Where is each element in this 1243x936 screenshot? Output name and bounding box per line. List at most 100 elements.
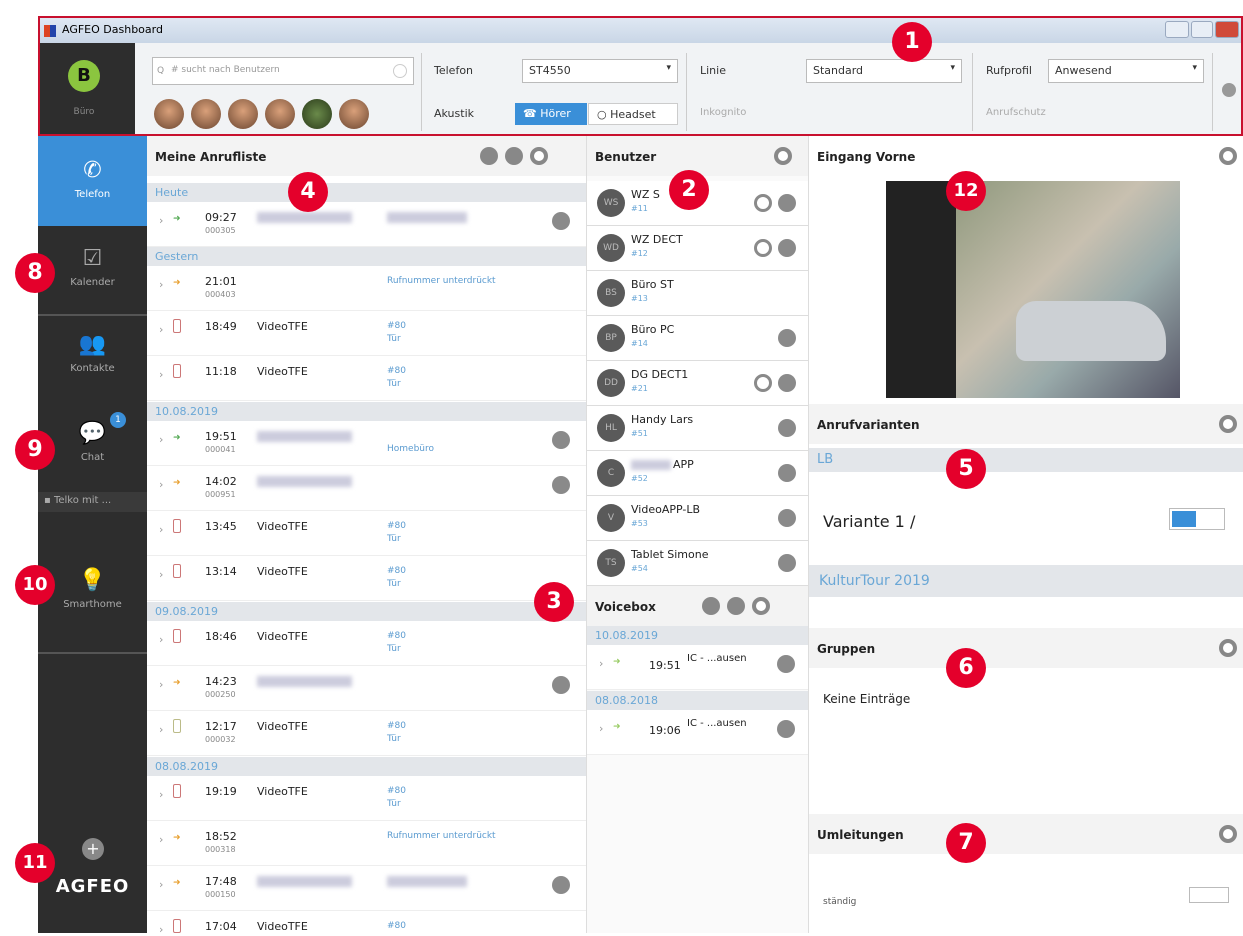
badge-7: 7 — [946, 823, 986, 863]
call-row[interactable]: › ➜ 18:52 000318 Rufnummer unterdrückt — [147, 821, 586, 866]
gear-icon[interactable] — [1219, 639, 1237, 657]
user-ext: #51 — [631, 429, 648, 438]
telefon-select[interactable]: ST4550 ▾ — [522, 59, 678, 83]
call-icon[interactable] — [778, 374, 796, 392]
call-back-icon[interactable] — [777, 720, 795, 738]
call-row[interactable]: › ➜ 17:48 000150 — [147, 866, 586, 911]
favorite-avatar[interactable] — [228, 99, 258, 129]
gear-icon[interactable] — [1219, 415, 1237, 433]
call-back-icon[interactable] — [552, 676, 570, 694]
call-row[interactable]: › 13:14 VideoTFE #80 Tür — [147, 556, 586, 601]
user-avatar[interactable]: B — [68, 60, 100, 92]
user-row[interactable]: HL Handy Lars #51 — [587, 406, 808, 451]
call-row[interactable]: › ➜ 14:02 000951 — [147, 466, 586, 511]
chevron-right-icon: › — [159, 214, 164, 227]
call-row[interactable]: › 13:45 VideoTFE #80 Tür — [147, 511, 586, 556]
rufprofil-select[interactable]: Anwesend ▾ — [1048, 59, 1204, 83]
call-back-icon[interactable] — [552, 476, 570, 494]
search-icon[interactable] — [702, 597, 720, 615]
call-icon[interactable] — [778, 194, 796, 212]
call-row[interactable]: › ➜ 19:51 000041 Homebüro — [147, 421, 586, 466]
user-row[interactable]: BP Büro PC #14 — [587, 316, 808, 361]
anrufschutz-toggle[interactable]: Anrufschutz — [986, 107, 1046, 118]
call-back-icon[interactable] — [552, 876, 570, 894]
user-row[interactable]: TS Tablet Simone #54 — [587, 541, 808, 586]
gear-icon[interactable] — [1219, 825, 1237, 843]
call-row[interactable]: › 18:49 VideoTFE #80 Tür — [147, 311, 586, 356]
menu-icon[interactable] — [727, 597, 745, 615]
call-row[interactable]: › 18:46 VideoTFE #80 Tür — [147, 621, 586, 666]
inkognito-toggle[interactable]: Inkognito — [700, 107, 746, 118]
video-icon[interactable] — [754, 374, 772, 392]
call-icon[interactable] — [778, 554, 796, 572]
call-icon[interactable] — [778, 419, 796, 437]
variant-group[interactable]: KulturTour 2019 — [809, 565, 1243, 597]
user-row[interactable]: V VideoAPP-LB #53 — [587, 496, 808, 541]
linie-select[interactable]: Standard ▾ — [806, 59, 962, 83]
favorite-avatar[interactable] — [265, 99, 295, 129]
close-button[interactable] — [1215, 21, 1239, 38]
anrufvarianten-header: Anrufvarianten — [809, 404, 1243, 444]
chevron-right-icon: › — [599, 657, 604, 670]
call-icon[interactable] — [778, 509, 796, 527]
user-row[interactable]: DD DG DECT1 #21 — [587, 361, 808, 406]
favorite-avatar[interactable] — [339, 99, 369, 129]
telko-item[interactable]: ▪ Telko mit ... — [38, 492, 147, 512]
voicebox-row[interactable]: › ➜ 19:06 IC - ...ausen — [587, 710, 808, 755]
sidebar-item-chat[interactable]: 💬 Chat — [38, 421, 147, 463]
user-name: DG DECT1 — [631, 368, 689, 381]
headset-button[interactable]: ○ Headset — [588, 103, 678, 125]
gear-icon[interactable] — [752, 597, 770, 615]
gear-icon[interactable] — [530, 147, 548, 165]
variant-toggle[interactable] — [1169, 508, 1225, 530]
sidebar-item-label: Smarthome — [63, 599, 122, 610]
call-row[interactable]: › ➜ 21:01 000403 Rufnummer unterdrückt — [147, 266, 586, 311]
search-icon[interactable] — [480, 147, 498, 165]
call-icon[interactable] — [778, 329, 796, 347]
clear-search-icon[interactable] — [393, 64, 407, 78]
favorite-avatar[interactable] — [302, 99, 332, 129]
gruppen-title: Gruppen — [817, 642, 876, 656]
call-row[interactable]: › 17:04 VideoTFE #80 — [147, 911, 586, 936]
call-row[interactable]: › ➜ 14:23 000250 — [147, 666, 586, 711]
video-icon[interactable] — [754, 239, 772, 257]
hoerer-button[interactable]: ☎ Hörer — [515, 103, 587, 125]
call-row[interactable]: › 12:17 VideoTFE 000032 #80 Tür — [147, 711, 586, 756]
call-icon[interactable] — [778, 239, 796, 257]
video-icon[interactable] — [754, 194, 772, 212]
menu-icon[interactable] — [505, 147, 523, 165]
telko-label: Telko mit ... — [53, 495, 112, 506]
call-back-icon[interactable] — [552, 431, 570, 449]
umleitung-toggle[interactable] — [1189, 887, 1229, 903]
chevron-right-icon: › — [159, 568, 164, 581]
outgoing-icon: ➜ — [173, 278, 181, 288]
sidebar-item-kontakte[interactable]: 👥 Kontakte — [38, 332, 147, 374]
call-back-icon[interactable] — [777, 655, 795, 673]
add-icon[interactable]: + — [82, 838, 104, 860]
call-time: 17:04 — [205, 920, 237, 933]
call-row[interactable]: › 11:18 VideoTFE #80 Tür — [147, 356, 586, 401]
maximize-button[interactable] — [1191, 21, 1213, 38]
user-row[interactable]: BS Büro ST #13 — [587, 271, 808, 316]
call-back-icon[interactable] — [552, 212, 570, 230]
variant-group[interactable]: LB — [809, 448, 1243, 472]
call-row[interactable]: › 19:19 VideoTFE #80 Tür — [147, 776, 586, 821]
favorite-avatar[interactable] — [154, 99, 184, 129]
badge-10: 10 — [15, 565, 55, 605]
camera-image[interactable] — [886, 181, 1180, 398]
user-row[interactable]: C APP #52 — [587, 451, 808, 496]
call-row[interactable]: › ➜ 09:27 000305 — [147, 202, 586, 247]
call-icon[interactable] — [778, 464, 796, 482]
chat-badge: 1 — [110, 412, 126, 428]
more-icon[interactable] — [1222, 83, 1236, 97]
divider — [972, 53, 973, 131]
gear-icon[interactable] — [1219, 147, 1237, 165]
sidebar-item-telefon[interactable]: ✆ Telefon — [38, 136, 147, 226]
gear-icon[interactable] — [774, 147, 792, 165]
call-name: VideoTFE — [257, 565, 308, 578]
voicebox-row[interactable]: › ➜ 19:51 IC - ...ausen — [587, 645, 808, 690]
search-input[interactable]: Q # sucht nach Benutzern — [152, 57, 414, 85]
minimize-button[interactable] — [1165, 21, 1189, 38]
user-row[interactable]: WD WZ DECT #12 — [587, 226, 808, 271]
favorite-avatar[interactable] — [191, 99, 221, 129]
